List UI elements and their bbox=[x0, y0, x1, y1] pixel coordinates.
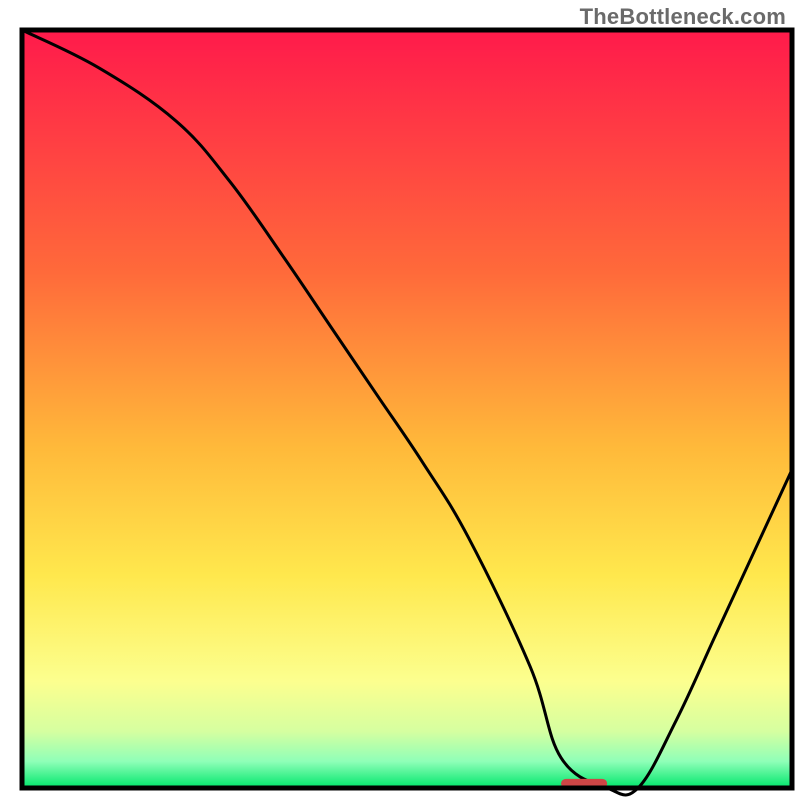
plot-background bbox=[22, 30, 792, 788]
chart-container: TheBottleneck.com bbox=[0, 0, 800, 800]
watermark-text: TheBottleneck.com bbox=[580, 4, 786, 30]
bottleneck-chart bbox=[0, 0, 800, 800]
